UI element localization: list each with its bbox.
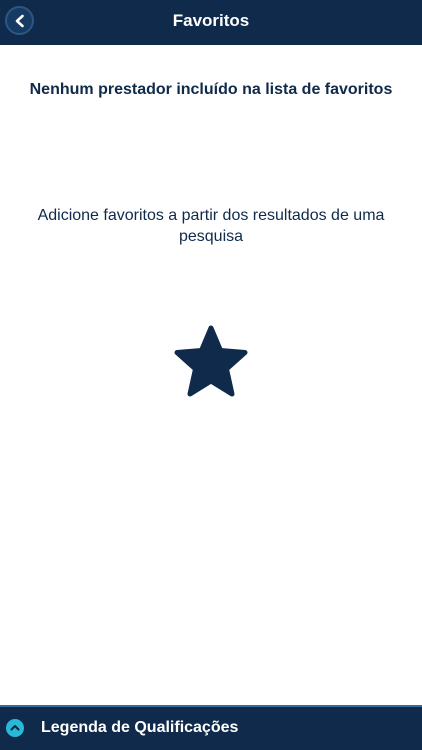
chevron-up-icon xyxy=(6,719,24,737)
chevron-left-icon xyxy=(15,14,24,27)
qualifications-legend-bar[interactable]: Legenda de Qualificações xyxy=(0,705,422,750)
back-button[interactable] xyxy=(5,6,34,35)
empty-state-message: Adicione favoritos a partir dos resultad… xyxy=(37,207,385,245)
qualifications-legend-label: Legenda de Qualificações xyxy=(41,719,239,736)
top-bar: Favoritos xyxy=(0,0,422,45)
star-icon xyxy=(172,324,250,400)
page-title: Favoritos xyxy=(172,11,250,30)
empty-state-title: Nenhum prestador incluído na lista de fa… xyxy=(29,81,393,98)
